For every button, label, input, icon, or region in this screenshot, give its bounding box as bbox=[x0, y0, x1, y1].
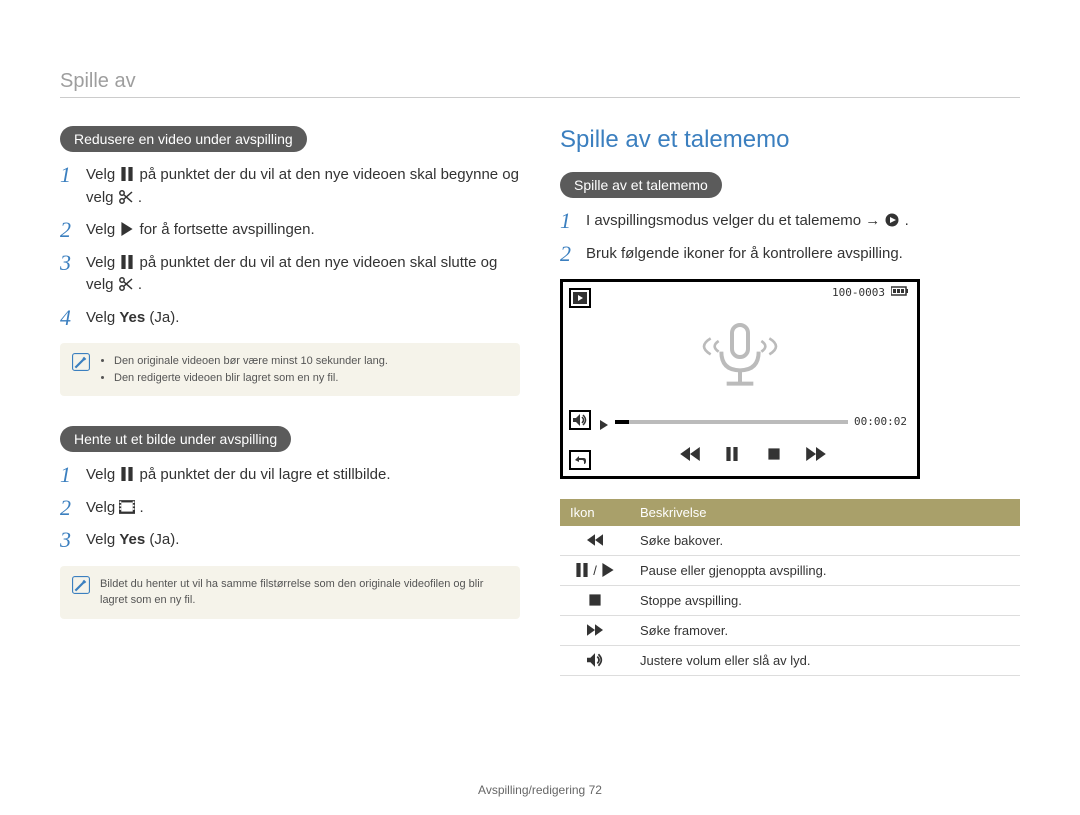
table-header-desc: Beskrivelse bbox=[630, 499, 1020, 526]
step-text: Velg for å fortsette avspillingen. bbox=[86, 219, 520, 242]
ffwd-button[interactable] bbox=[802, 440, 830, 468]
pause-icon bbox=[119, 255, 135, 269]
note-icon bbox=[72, 353, 90, 386]
pause-icon bbox=[119, 167, 135, 181]
circle-play-icon bbox=[884, 213, 900, 227]
pause-icon bbox=[574, 563, 590, 577]
breadcrumb: Spille av bbox=[60, 70, 1020, 98]
table-row: Søke bakover. bbox=[560, 526, 1020, 556]
step-4: 4 Velg Yes (Ja). bbox=[60, 307, 520, 330]
step-2: 2 Bruk følgende ikoner for å kontrollere… bbox=[560, 243, 1020, 266]
step-text: I avspillingsmodus velger du et talememo… bbox=[586, 210, 1020, 233]
step-text: Velg på punktet der du vil lagre et stil… bbox=[86, 464, 520, 487]
step-number: 4 bbox=[60, 307, 76, 329]
film-icon bbox=[119, 500, 135, 514]
step-number: 3 bbox=[60, 529, 76, 551]
icon-description-table: Ikon Beskrivelse Søke bakover. / bbox=[560, 499, 1020, 676]
scissors-icon bbox=[118, 277, 134, 291]
pill-extract-image: Hente ut et bilde under avspilling bbox=[60, 426, 291, 452]
table-row: Justere volum eller slå av lyd. bbox=[560, 646, 1020, 676]
steps-voice-memo: 1 I avspillingsmodus velger du et taleme… bbox=[560, 210, 1020, 265]
step-text: Velg Yes (Ja). bbox=[86, 307, 520, 330]
step-1: 1 Velg på punktet der du vil lagre et st… bbox=[60, 464, 520, 487]
step-3: 3 Velg på punktet der du vil at den nye … bbox=[60, 252, 520, 297]
right-column: Spille av et talememo Spille av et talem… bbox=[560, 126, 1020, 676]
step-number: 1 bbox=[60, 464, 76, 486]
steps-reduce-video: 1 Velg på punktet der du vil at den nye … bbox=[60, 164, 520, 329]
table-cell-desc: Pause eller gjenoppta avspilling. bbox=[630, 556, 1020, 586]
step-2: 2 Velg for å fortsette avspillingen. bbox=[60, 219, 520, 242]
table-row: / Pause eller gjenoppta avspilling. bbox=[560, 556, 1020, 586]
volume-icon bbox=[587, 653, 603, 667]
play-icon bbox=[600, 563, 616, 577]
stop-icon bbox=[587, 593, 603, 607]
step-text: Velg Yes (Ja). bbox=[86, 529, 520, 552]
note-body: Bildet du henter ut vil ha samme filstør… bbox=[100, 576, 508, 609]
step-3: 3 Velg Yes (Ja). bbox=[60, 529, 520, 552]
step-1: 1 I avspillingsmodus velger du et taleme… bbox=[560, 210, 1020, 233]
ffwd-icon bbox=[587, 623, 603, 637]
table-cell-desc: Søke framover. bbox=[630, 616, 1020, 646]
step-number: 1 bbox=[560, 210, 576, 232]
file-id: 100-0003 bbox=[832, 286, 885, 299]
table-cell-desc: Stoppe avspilling. bbox=[630, 586, 1020, 616]
step-number: 3 bbox=[60, 252, 76, 274]
step-1: 1 Velg på punktet der du vil at den nye … bbox=[60, 164, 520, 209]
step-text: Velg på punktet der du vil at den nye vi… bbox=[86, 252, 520, 297]
step-2: 2 Velg . bbox=[60, 497, 520, 520]
progress-time: 00:00:02 bbox=[854, 415, 907, 428]
step-text: Bruk følgende ikoner for å kontrollere a… bbox=[586, 243, 1020, 266]
stop-button[interactable] bbox=[760, 440, 788, 468]
step-text: Velg . bbox=[86, 497, 520, 520]
play-icon bbox=[119, 222, 135, 236]
rewind-icon bbox=[587, 533, 603, 547]
battery-icon bbox=[891, 286, 909, 299]
progress-bar[interactable] bbox=[615, 420, 848, 424]
playback-mode-icon[interactable] bbox=[569, 288, 591, 308]
pause-icon bbox=[119, 467, 135, 481]
progress-play-icon bbox=[599, 417, 609, 427]
pill-voice-memo: Spille av et talememo bbox=[560, 172, 722, 198]
steps-extract-image: 1 Velg på punktet der du vil lagre et st… bbox=[60, 464, 520, 552]
table-header-icon: Ikon bbox=[560, 499, 630, 526]
table-cell-desc: Justere volum eller slå av lyd. bbox=[630, 646, 1020, 676]
left-column: Redusere en video under avspilling 1 Vel… bbox=[60, 126, 520, 676]
note-reduce-video: Den originale videoen bør være minst 10 … bbox=[60, 343, 520, 396]
table-cell-desc: Søke bakover. bbox=[630, 526, 1020, 556]
table-row: Søke framover. bbox=[560, 616, 1020, 646]
step-number: 2 bbox=[560, 243, 576, 265]
pause-button[interactable] bbox=[718, 440, 746, 468]
step-text: Velg på punktet der du vil at den nye vi… bbox=[86, 164, 520, 209]
volume-button[interactable] bbox=[569, 410, 591, 430]
table-row: Stoppe avspilling. bbox=[560, 586, 1020, 616]
scissors-icon bbox=[118, 190, 134, 204]
section-title: Spille av et talememo bbox=[560, 126, 1020, 154]
device-screenshot: 100-0003 00:00:02 bbox=[560, 279, 920, 479]
page-footer: Avspilling/redigering 72 bbox=[0, 783, 1080, 797]
note-extract-image: Bildet du henter ut vil ha samme filstør… bbox=[60, 566, 520, 619]
mic-icon bbox=[563, 312, 917, 402]
note-icon bbox=[72, 576, 90, 609]
step-number: 2 bbox=[60, 219, 76, 241]
step-number: 2 bbox=[60, 497, 76, 519]
step-number: 1 bbox=[60, 164, 76, 186]
pill-reduce-video: Redusere en video under avspilling bbox=[60, 126, 307, 152]
return-button[interactable] bbox=[569, 450, 591, 470]
note-body: Den originale videoen bør være minst 10 … bbox=[100, 353, 388, 386]
rewind-button[interactable] bbox=[676, 440, 704, 468]
